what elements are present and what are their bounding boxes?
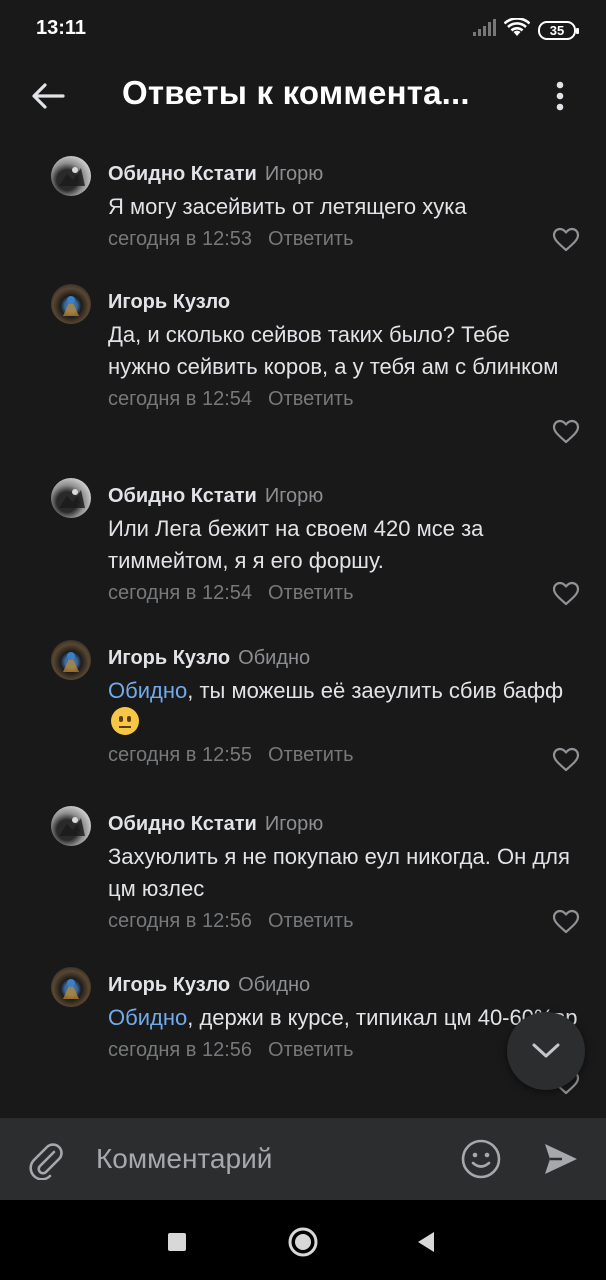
send-icon xyxy=(545,1144,577,1174)
comment-header: Обидно Кстати Игорю xyxy=(108,482,578,510)
heart-icon[interactable] xyxy=(552,580,580,608)
comment-reply-to: Игорю xyxy=(264,813,324,835)
comment-text: Обидно, держи в курсе, типикал цм 40-60%… xyxy=(108,1002,578,1034)
circle-icon xyxy=(288,1227,318,1257)
comment-meta: сегодня в 12:55 Ответить xyxy=(108,740,578,770)
app-bar: Ответы к коммента... xyxy=(0,60,606,130)
avatar[interactable] xyxy=(51,156,91,196)
comment-reply-to: Игорю xyxy=(264,163,324,185)
battery-level: 35 xyxy=(549,23,565,38)
comment-text-content: Захуюлить я не покупаю еул никогда. Он д… xyxy=(108,844,570,901)
comment-text-content: Или Лега бежит на своем 420 мсе за тимме… xyxy=(108,516,484,573)
attach-button[interactable] xyxy=(24,1138,68,1182)
comment-body: Обидно Кстати Игорю Захуюлить я не покупа… xyxy=(108,810,578,936)
comment-reply-to: Игорю xyxy=(264,485,324,507)
comment-text: Или Лега бежит на своем 420 мсе за тимме… xyxy=(108,513,578,577)
comment-text: Я могу засейвить от летящего хука xyxy=(108,191,578,223)
comment-meta: сегодня в 12:54 Ответить xyxy=(108,578,578,608)
send-button[interactable] xyxy=(538,1136,584,1182)
comment-author[interactable]: Игорь Кузло xyxy=(108,291,230,313)
mention-link[interactable]: Обидно xyxy=(108,678,187,703)
comments-list: Обидно Кстати Игорю Я могу засейвить от л… xyxy=(0,140,606,1118)
avatar[interactable] xyxy=(51,967,91,1007)
triangle-back-icon xyxy=(418,1232,434,1252)
signal-icon xyxy=(472,19,496,42)
comment-time: сегодня в 12:56 xyxy=(108,1039,252,1061)
wifi-icon xyxy=(503,17,531,43)
comment-author[interactable]: Обидно Кстати xyxy=(108,813,257,835)
battery-icon: 35 xyxy=(538,21,579,40)
comment-header: Игорь Кузло xyxy=(108,288,578,316)
scroll-down-button[interactable] xyxy=(507,1012,585,1090)
comment-time: сегодня в 12:54 xyxy=(108,388,252,410)
emoji-button[interactable] xyxy=(458,1136,504,1182)
comment-header: Игорь Кузло Обидно xyxy=(108,644,578,672)
mention-link[interactable]: Обидно xyxy=(108,1005,187,1030)
reply-button[interactable]: Ответить xyxy=(268,1039,354,1061)
reply-button[interactable]: Ответить xyxy=(268,388,354,410)
heart-icon[interactable] xyxy=(552,226,580,254)
comment-body: Обидно Кстати Игорю Я могу засейвить от л… xyxy=(108,160,578,254)
comment-text: Да, и сколько сейвов таких было? Тебе ну… xyxy=(108,319,578,383)
comment-text: Обидно, ты можешь её заеулить сбив бафф xyxy=(108,675,578,739)
reply-button[interactable]: Ответить xyxy=(268,910,354,932)
comment-time: сегодня в 12:53 xyxy=(108,228,252,250)
reply-button[interactable]: Ответить xyxy=(268,744,354,766)
avatar[interactable] xyxy=(51,284,91,324)
comment-header: Обидно Кстати Игорю xyxy=(108,160,578,188)
comment-body: Обидно Кстати Игорю Или Лега бежит на сво… xyxy=(108,482,578,608)
comment-time: сегодня в 12:56 xyxy=(108,910,252,932)
comment-header: Обидно Кстати Игорю xyxy=(108,810,578,838)
comment-composer xyxy=(0,1118,606,1200)
arrow-left-icon xyxy=(32,83,65,109)
page-title: Ответы к коммента... xyxy=(122,74,470,111)
comment-meta: сегодня в 12:54 Ответить xyxy=(108,384,578,414)
status-icons: 35 xyxy=(472,17,579,43)
more-vertical-icon xyxy=(556,81,564,111)
heart-icon[interactable] xyxy=(552,908,580,936)
neutral-face-emoji-icon xyxy=(111,707,139,735)
comment-text-content: , ты можешь её заеулить сбив бафф xyxy=(187,678,564,703)
back-nav-button[interactable] xyxy=(404,1220,448,1264)
recents-button[interactable] xyxy=(155,1220,199,1264)
comment-reply-to: Обидно xyxy=(238,647,311,669)
comment-time: сегодня в 12:55 xyxy=(108,744,252,766)
system-nav-bar xyxy=(0,1200,606,1280)
heart-icon[interactable] xyxy=(552,746,580,774)
home-button[interactable] xyxy=(281,1220,325,1264)
smile-icon xyxy=(461,1139,501,1179)
comment-author[interactable]: Игорь Кузло xyxy=(108,647,230,669)
comment-input[interactable] xyxy=(96,1136,436,1182)
comment-body: Игорь Кузло Обидно Обидно, ты можешь её з… xyxy=(108,644,578,770)
avatar[interactable] xyxy=(51,806,91,846)
back-button[interactable] xyxy=(22,70,74,122)
comment-author[interactable]: Обидно Кстати xyxy=(108,163,257,185)
paperclip-icon xyxy=(29,1143,63,1180)
status-bar: 13:11 35 xyxy=(0,0,606,60)
chevron-down-icon xyxy=(532,1043,560,1058)
status-time: 13:11 xyxy=(36,17,87,39)
comment-header: Игорь Кузло Обидно xyxy=(108,971,578,999)
avatar[interactable] xyxy=(51,640,91,680)
comment-text: Захуюлить я не покупаю еул никогда. Он д… xyxy=(108,841,578,905)
comment-author[interactable]: Обидно Кстати xyxy=(108,485,257,507)
reply-button[interactable]: Ответить xyxy=(268,582,354,604)
comment-author[interactable]: Игорь Кузло xyxy=(108,974,230,996)
heart-icon[interactable] xyxy=(552,418,580,446)
comment-text-content: Я могу засейвить от летящего хука xyxy=(108,194,467,219)
comment-time: сегодня в 12:54 xyxy=(108,582,252,604)
more-options-button[interactable] xyxy=(534,70,586,122)
comment-text-content: Да, и сколько сейвов таких было? Тебе ну… xyxy=(108,322,559,379)
comment-meta: сегодня в 12:53 Ответить xyxy=(108,224,578,254)
comment-body: Игорь Кузло Да, и сколько сейвов таких б… xyxy=(108,288,578,414)
comment-reply-to: Обидно xyxy=(238,974,311,996)
square-icon xyxy=(168,1233,186,1251)
reply-button[interactable]: Ответить xyxy=(268,228,354,250)
comment-meta: сегодня в 12:56 Ответить xyxy=(108,906,578,936)
avatar[interactable] xyxy=(51,478,91,518)
